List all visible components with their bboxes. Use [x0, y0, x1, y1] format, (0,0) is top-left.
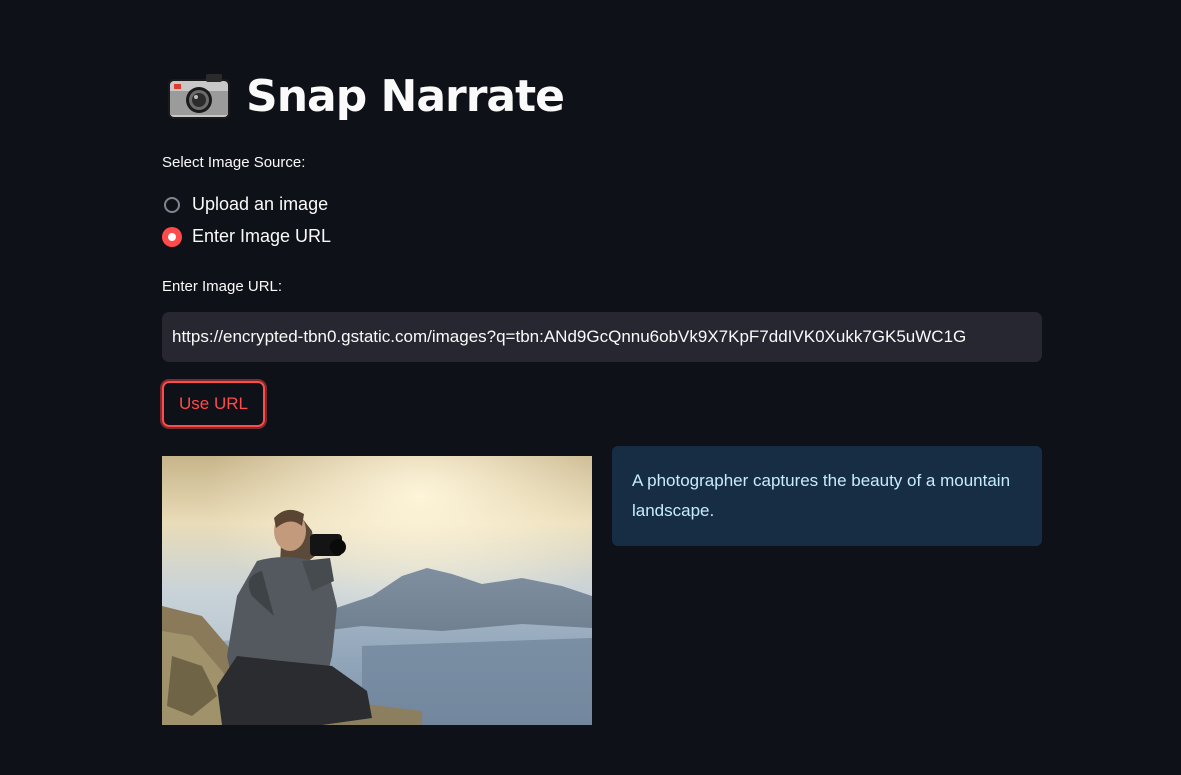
source-selector-label: Select Image Source: [162, 154, 306, 171]
url-input-label: Enter Image URL: [162, 278, 283, 295]
radio-unselected-icon[interactable] [164, 196, 180, 213]
radio-upload-image[interactable]: Upload an image [164, 194, 328, 215]
radio-enter-url[interactable]: Enter Image URL [162, 226, 332, 247]
header: Snap Narrate [166, 66, 565, 126]
camera-icon [166, 71, 232, 121]
page-title: Snap Narrate [246, 70, 565, 122]
caption-box: A photographer captures the beauty of a … [612, 446, 1042, 546]
image-url-input[interactable]: https://encrypted-tbn0.gstatic.com/image… [162, 312, 1042, 362]
radio-label-url: Enter Image URL [192, 226, 332, 246]
radio-selected-icon[interactable] [162, 226, 182, 247]
radio-label-upload: Upload an image [192, 194, 329, 214]
photographer-mountain-photo [162, 456, 592, 725]
use-url-button[interactable]: Use URL [162, 381, 265, 427]
caption-text: A photographer captures the beauty of a … [632, 471, 1011, 520]
